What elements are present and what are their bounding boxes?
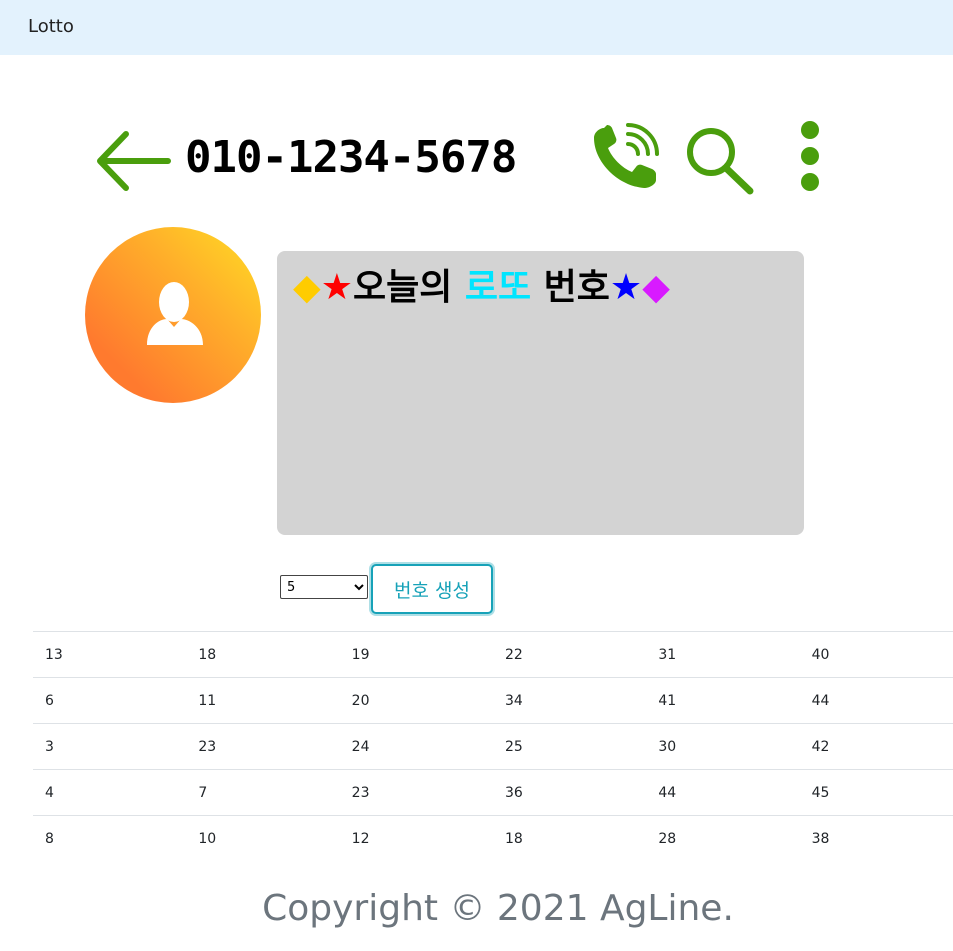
count-select[interactable]: 12345 <box>280 575 368 599</box>
footer-copyright: Copyright © 2021 AgLine. <box>262 888 734 929</box>
title-text-1: 오늘의 <box>352 267 465 308</box>
table-cell: 11 <box>186 677 340 724</box>
title-text-2: 번호 <box>531 267 610 308</box>
table-cell: 36 <box>492 769 647 816</box>
navbar-brand[interactable]: Lotto <box>28 16 74 37</box>
phone-call-icon[interactable] <box>590 122 662 192</box>
table-cell: 38 <box>799 815 953 861</box>
red-star-icon: ★ <box>320 267 353 308</box>
lotto-title: ◆★오늘의 로또 번호★◆ <box>293 265 793 311</box>
table-cell: 18 <box>186 631 340 678</box>
table-row: 6 11 20 34 41 44 <box>33 677 953 724</box>
table-cell: 34 <box>492 677 647 724</box>
table-cell: 7 <box>186 769 340 816</box>
title-highlight: 로또 <box>464 267 532 308</box>
table-row: 4 7 23 36 44 45 <box>33 769 953 816</box>
table-cell: 20 <box>339 677 493 724</box>
table-cell: 28 <box>646 815 800 861</box>
results-table: 13 18 19 22 31 40 6 11 20 34 41 44 3 23 24 25 30 42 4 7 23 36… <box>33 631 953 861</box>
table-cell: 6 <box>33 677 187 724</box>
generate-button[interactable]: 번호 생성 <box>371 564 493 614</box>
table-cell: 41 <box>646 677 800 724</box>
table-cell: 31 <box>646 631 800 678</box>
table-cell: 45 <box>799 769 953 816</box>
table-cell: 4 <box>33 769 187 816</box>
more-vertical-icon[interactable] <box>795 118 825 196</box>
table-cell: 42 <box>799 723 953 770</box>
table-cell: 44 <box>646 769 800 816</box>
table-cell: 19 <box>339 631 493 678</box>
back-arrow-icon[interactable] <box>92 128 172 194</box>
table-cell: 30 <box>646 723 800 770</box>
table-row: 3 23 24 25 30 42 <box>33 723 953 770</box>
table-cell: 10 <box>186 815 340 861</box>
yellow-diamond-icon: ◆ <box>293 267 321 308</box>
table-cell: 18 <box>492 815 647 861</box>
blue-star-icon: ★ <box>609 267 643 308</box>
table-cell: 13 <box>33 631 187 678</box>
magenta-diamond-icon: ◆ <box>642 267 670 308</box>
table-row: 8 10 12 18 28 38 <box>33 815 953 861</box>
avatar <box>85 227 261 403</box>
search-icon[interactable] <box>684 126 758 196</box>
table-row: 13 18 19 22 31 40 <box>33 631 953 678</box>
user-icon <box>147 282 203 345</box>
table-cell: 22 <box>492 631 647 678</box>
table-cell: 44 <box>799 677 953 724</box>
phone-number: 010-1234-5678 <box>185 132 517 183</box>
table-cell: 40 <box>799 631 953 678</box>
table-cell: 24 <box>339 723 493 770</box>
table-cell: 3 <box>33 723 187 770</box>
table-cell: 8 <box>33 815 187 861</box>
table-cell: 23 <box>186 723 340 770</box>
navbar: Lotto <box>0 0 953 55</box>
table-cell: 12 <box>339 815 493 861</box>
table-cell: 23 <box>339 769 493 816</box>
table-cell: 25 <box>492 723 647 770</box>
lotto-panel: ◆★오늘의 로또 번호★◆ <box>277 251 804 535</box>
